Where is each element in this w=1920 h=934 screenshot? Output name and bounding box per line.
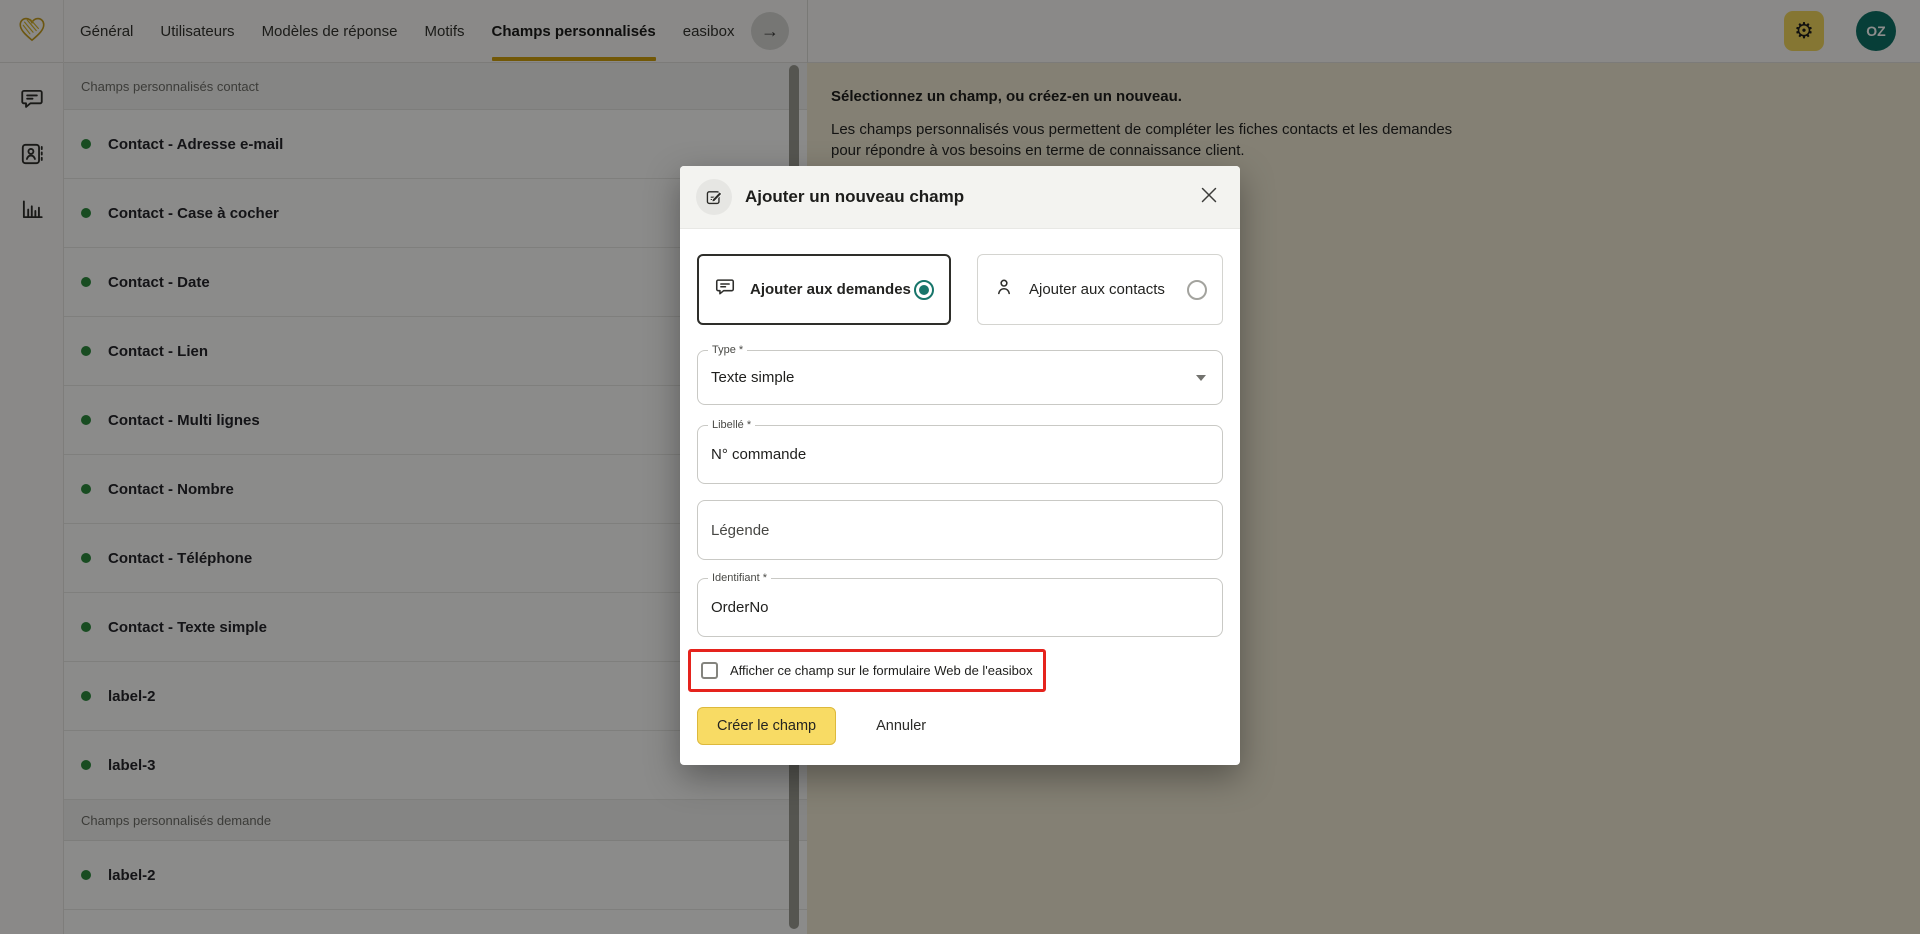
legende-input[interactable]: Légende xyxy=(697,500,1223,560)
target-option-cards: Ajouter aux demandes Ajouter aux contact… xyxy=(697,254,1223,325)
option-label: Ajouter aux contacts xyxy=(1029,281,1165,298)
type-select-label: Type * xyxy=(708,344,747,356)
easibox-checkbox-highlight: Afficher ce champ sur le formulaire Web … xyxy=(688,649,1046,692)
chevron-down-icon xyxy=(1196,375,1206,381)
easibox-checkbox[interactable] xyxy=(701,662,718,679)
radio-selected-icon[interactable] xyxy=(914,280,934,300)
option-add-to-contacts[interactable]: Ajouter aux contacts xyxy=(977,254,1223,325)
legende-input-placeholder: Légende xyxy=(711,522,769,539)
modal-title: Ajouter un nouveau champ xyxy=(745,187,964,207)
close-modal-button[interactable] xyxy=(1198,186,1220,208)
modal-actions: Créer le champ Annuler xyxy=(697,707,1223,745)
libelle-input-label: Libellé * xyxy=(708,419,755,431)
chat-bubble-icon xyxy=(714,276,736,303)
libelle-input[interactable]: Libellé * N° commande xyxy=(697,425,1223,484)
identifiant-input[interactable]: Identifiant * OrderNo xyxy=(697,578,1223,637)
modal-header: Ajouter un nouveau champ xyxy=(680,166,1240,229)
radio-unselected-icon[interactable] xyxy=(1187,280,1207,300)
app-screen: Général Utilisateurs Modèles de réponse … xyxy=(0,0,1920,934)
type-select-value: Texte simple xyxy=(711,369,794,386)
option-label: Ajouter aux demandes xyxy=(750,281,911,298)
person-icon xyxy=(993,276,1015,303)
type-select[interactable]: Type * Texte simple xyxy=(697,350,1223,405)
libelle-input-value: N° commande xyxy=(711,446,806,463)
identifiant-input-value: OrderNo xyxy=(711,599,769,616)
option-add-to-requests[interactable]: Ajouter aux demandes xyxy=(697,254,951,325)
modal-body: Ajouter aux demandes Ajouter aux contact… xyxy=(680,229,1240,745)
add-field-modal: Ajouter un nouveau champ Ajouter aux dem… xyxy=(680,166,1240,765)
identifiant-input-label: Identifiant * xyxy=(708,572,771,584)
create-field-button[interactable]: Créer le champ xyxy=(697,707,836,745)
easibox-checkbox-label: Afficher ce champ sur le formulaire Web … xyxy=(730,663,1033,678)
close-icon xyxy=(1200,186,1218,209)
edit-field-icon xyxy=(696,179,732,215)
cancel-button[interactable]: Annuler xyxy=(876,718,926,734)
